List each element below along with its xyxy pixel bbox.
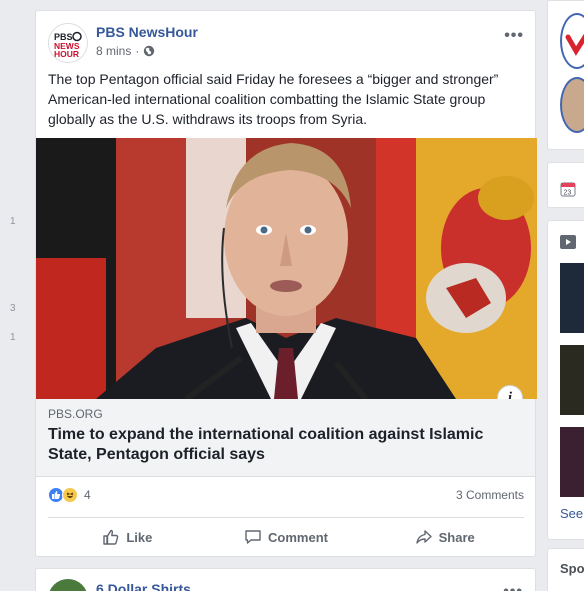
video-thumbnail[interactable] [560,345,584,415]
story-avatar[interactable] [560,13,584,69]
like-label: Like [126,529,153,545]
left-count: 1 [10,332,16,343]
post-timestamp[interactable]: 8 mins [96,44,131,58]
stories-card [547,0,584,150]
reaction-count[interactable]: 4 [84,488,91,502]
post-header: PBS NEWS HOUR PBS NewsHour 8 mins · ••• [48,23,524,63]
comments-count[interactable]: 3 Comments [456,488,524,502]
left-count: 1 [10,216,16,227]
comment-button[interactable]: Comment [207,521,366,553]
feed-post: 6 Dollar Shirts ••• [35,568,536,591]
post-actions: Like Comment Share [48,521,524,553]
sponsored-card: Spo [547,548,584,591]
reaction-icons[interactable] [48,487,78,503]
post-options-icon[interactable]: ••• [503,583,523,591]
feed-post: PBS NEWS HOUR PBS NewsHour 8 mins · ••• … [35,10,537,557]
post-options-icon[interactable]: ••• [504,27,524,45]
comment-icon [245,530,261,544]
story-avatar[interactable] [560,77,584,133]
video-thumbnail[interactable] [560,427,584,497]
link-title[interactable]: Time to expand the international coaliti… [48,425,518,465]
share-button[interactable]: Share [365,521,524,553]
pbs-newshour-logo: PBS NEWS HOUR [49,24,87,62]
svg-text:23: 23 [564,190,572,197]
news-photo [36,138,537,399]
share-label: Share [438,529,475,545]
page-avatar[interactable] [48,579,88,591]
like-button[interactable]: Like [48,521,207,553]
post-meta: 8 mins · [96,44,155,58]
see-all-link[interactable]: See [560,506,583,521]
events-card: 23 [547,162,584,208]
watch-card: See [547,220,584,540]
page-name-link[interactable]: PBS NewsHour [96,24,198,40]
sponsored-heading: Spo [560,561,584,576]
link-preview-body[interactable]: PBS.ORG Time to expand the international… [36,399,535,477]
divider [48,517,524,518]
page-avatar[interactable]: PBS NEWS HOUR [48,23,88,63]
calendar-icon[interactable]: 23 [560,181,576,197]
separator-dot: · [135,44,140,58]
video-icon [560,235,576,249]
video-thumbnail[interactable] [560,263,584,333]
svg-text:HOUR: HOUR [54,49,79,59]
globe-icon[interactable] [143,45,155,57]
haha-reaction-icon [62,487,78,503]
link-domain: PBS.ORG [48,407,103,421]
link-preview-image[interactable] [36,138,537,399]
share-icon [415,530,432,544]
thumbs-up-icon [103,529,119,545]
reactions-bar: 4 3 Comments [48,485,524,507]
comment-label: Comment [268,529,328,545]
right-sidebar: 23 See Spo [547,0,584,591]
left-count: 3 [10,303,16,314]
post-text: The top Pentagon official said Friday he… [48,71,499,127]
page-name-link[interactable]: 6 Dollar Shirts [96,581,191,591]
